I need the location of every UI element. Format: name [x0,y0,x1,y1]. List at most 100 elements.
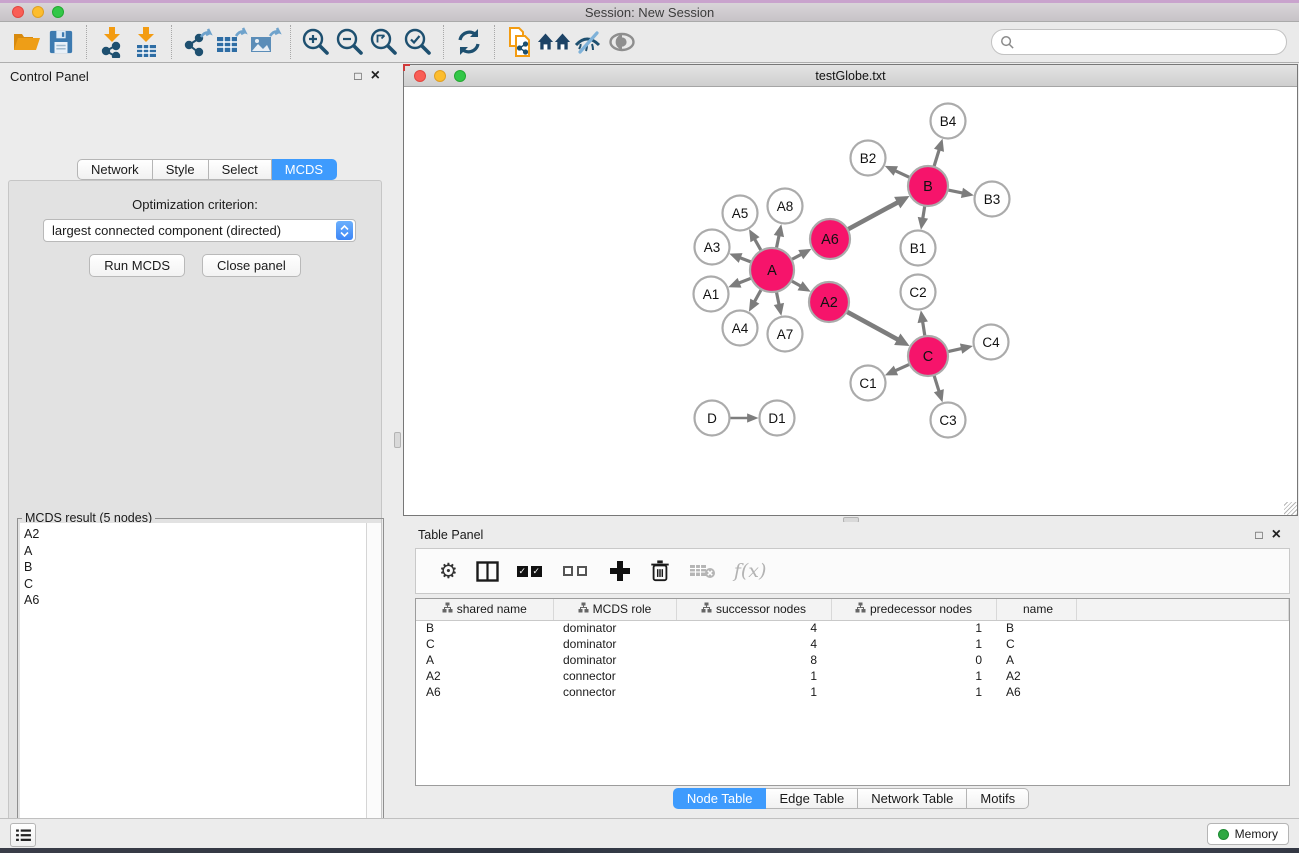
show-selection-button[interactable] [605,25,639,59]
column-header-predecessor-nodes[interactable]: predecessor nodes [831,599,996,620]
save-session-button[interactable] [44,25,78,59]
window-resize-grip[interactable] [1284,502,1297,515]
table-cell[interactable]: 4 [676,620,831,636]
mcds-result-item[interactable]: A6 [24,592,366,609]
import-table-button[interactable] [129,25,163,59]
table-cell[interactable]: B [996,620,1076,636]
table-row[interactable]: Adominator80A [416,652,1289,668]
export-network-button[interactable] [180,25,214,59]
graph-edge-A-A8[interactable] [776,235,779,248]
mcds-result-item[interactable]: B [24,559,366,576]
table-cell[interactable]: A2 [416,668,553,684]
graph-edge-C-C4[interactable] [948,348,963,351]
export-image-button[interactable] [248,25,282,59]
export-table-button[interactable] [214,25,248,59]
column-header-successor-nodes[interactable]: successor nodes [676,599,831,620]
float-panel-icon[interactable]: □ [1255,529,1262,541]
graph-edge-A-A4[interactable] [754,289,761,302]
table-cell[interactable]: 8 [676,652,831,668]
mcds-result-item[interactable]: C [24,576,366,593]
network-canvas[interactable]: B4B2BB3A5A8A6B1A3AC2A1A2A4A7CC4C1C3DD1 [404,87,1297,515]
graph-edge-A-A6[interactable] [791,254,801,259]
table-cell[interactable]: 1 [831,636,996,652]
graph-edge-A-A3[interactable] [740,258,752,263]
graph-edge-C-C2[interactable] [923,321,925,336]
tab-network[interactable]: Network [77,159,153,180]
table-cell[interactable]: 1 [831,684,996,700]
table-cell[interactable]: connector [553,684,676,700]
table-cell[interactable]: dominator [553,636,676,652]
mcds-result-scrollbar[interactable] [367,523,381,853]
table-cell[interactable]: A6 [996,684,1076,700]
table-cell[interactable]: 1 [676,668,831,684]
column-header-MCDS-role[interactable]: MCDS role [553,599,676,620]
refresh-button[interactable] [452,25,486,59]
zoom-fit-button[interactable] [367,25,401,59]
mcds-result-item[interactable]: A [24,543,366,560]
table-row[interactable]: A6connector11A6 [416,684,1289,700]
graph-edge-B-B4[interactable] [934,149,939,167]
function-builder-button[interactable]: f(x) [725,554,776,588]
tab-style[interactable]: Style [153,159,209,180]
table-cell[interactable]: 0 [831,652,996,668]
graph-edge-A2-C[interactable] [847,312,899,340]
zoom-selected-button[interactable] [401,25,435,59]
graph-edge-A-A1[interactable] [739,278,752,283]
import-network-button[interactable] [95,25,129,59]
table-cell[interactable]: 1 [676,684,831,700]
table-cell[interactable]: A [996,652,1076,668]
graph-edge-B-B3[interactable] [948,190,963,193]
table-cell[interactable]: C [996,636,1076,652]
table-row[interactable]: Cdominator41C [416,636,1289,652]
table-row[interactable]: Bdominator41B [416,620,1289,636]
tab-motifs[interactable]: Motifs [967,788,1029,809]
graph-edge-B-B1[interactable] [923,206,925,219]
table-cell[interactable]: A2 [996,668,1076,684]
run-mcds-button[interactable]: Run MCDS [89,254,185,277]
table-row[interactable]: A2connector11A2 [416,668,1289,684]
graph-edge-A-A5[interactable] [755,239,762,251]
show-all-networks-button[interactable] [537,25,571,59]
tab-mcds[interactable]: MCDS [272,159,337,180]
attribute-settings-button[interactable]: ⚙ [430,554,467,588]
graph-edge-A-A2[interactable] [791,281,801,286]
table-cell[interactable]: A [416,652,553,668]
close-panel-icon[interactable]: × [1272,529,1281,541]
clone-network-button[interactable] [503,25,537,59]
zoom-out-button[interactable] [333,25,367,59]
tab-edge-table[interactable]: Edge Table [766,788,858,809]
mcds-result-item[interactable]: A2 [24,526,366,543]
vertical-splitter-grip[interactable] [394,432,401,448]
table-cell[interactable]: connector [553,668,676,684]
column-header-name[interactable]: name [996,599,1076,620]
tab-select[interactable]: Select [209,159,272,180]
graph-edge-A-A7[interactable] [776,292,779,305]
delete-column-button[interactable] [640,554,680,588]
graph-edge-B-B2[interactable] [895,171,910,178]
tab-network-table[interactable]: Network Table [858,788,967,809]
float-panel-icon[interactable]: □ [354,70,361,82]
toolbar-search[interactable] [991,29,1287,55]
create-column-button[interactable] [600,554,640,588]
table-cell[interactable]: 1 [831,620,996,636]
delete-table-button[interactable] [680,554,725,588]
table-cell[interactable]: 4 [676,636,831,652]
table-cell[interactable]: C [416,636,553,652]
task-history-button[interactable] [10,823,36,847]
hide-selection-button[interactable] [571,25,605,59]
graph-edge-C-C3[interactable] [934,375,939,392]
deselect-all-columns-button[interactable] [554,554,600,588]
criterion-dropdown[interactable]: largest connected component (directed) [43,219,356,242]
table-cell[interactable]: A6 [416,684,553,700]
graph-edge-C-C1[interactable] [895,364,910,371]
table-cell[interactable]: dominator [553,620,676,636]
select-all-columns-button[interactable]: ✓✓ [508,554,554,588]
column-header-shared-name[interactable]: shared name [416,599,553,620]
show-column-panel-button[interactable] [467,554,508,588]
table-cell[interactable]: dominator [553,652,676,668]
graph-edge-A6-B[interactable] [848,202,899,229]
table-cell[interactable]: 1 [831,668,996,684]
search-input[interactable] [1015,32,1286,52]
open-file-button[interactable] [10,25,44,59]
table-cell[interactable]: B [416,620,553,636]
